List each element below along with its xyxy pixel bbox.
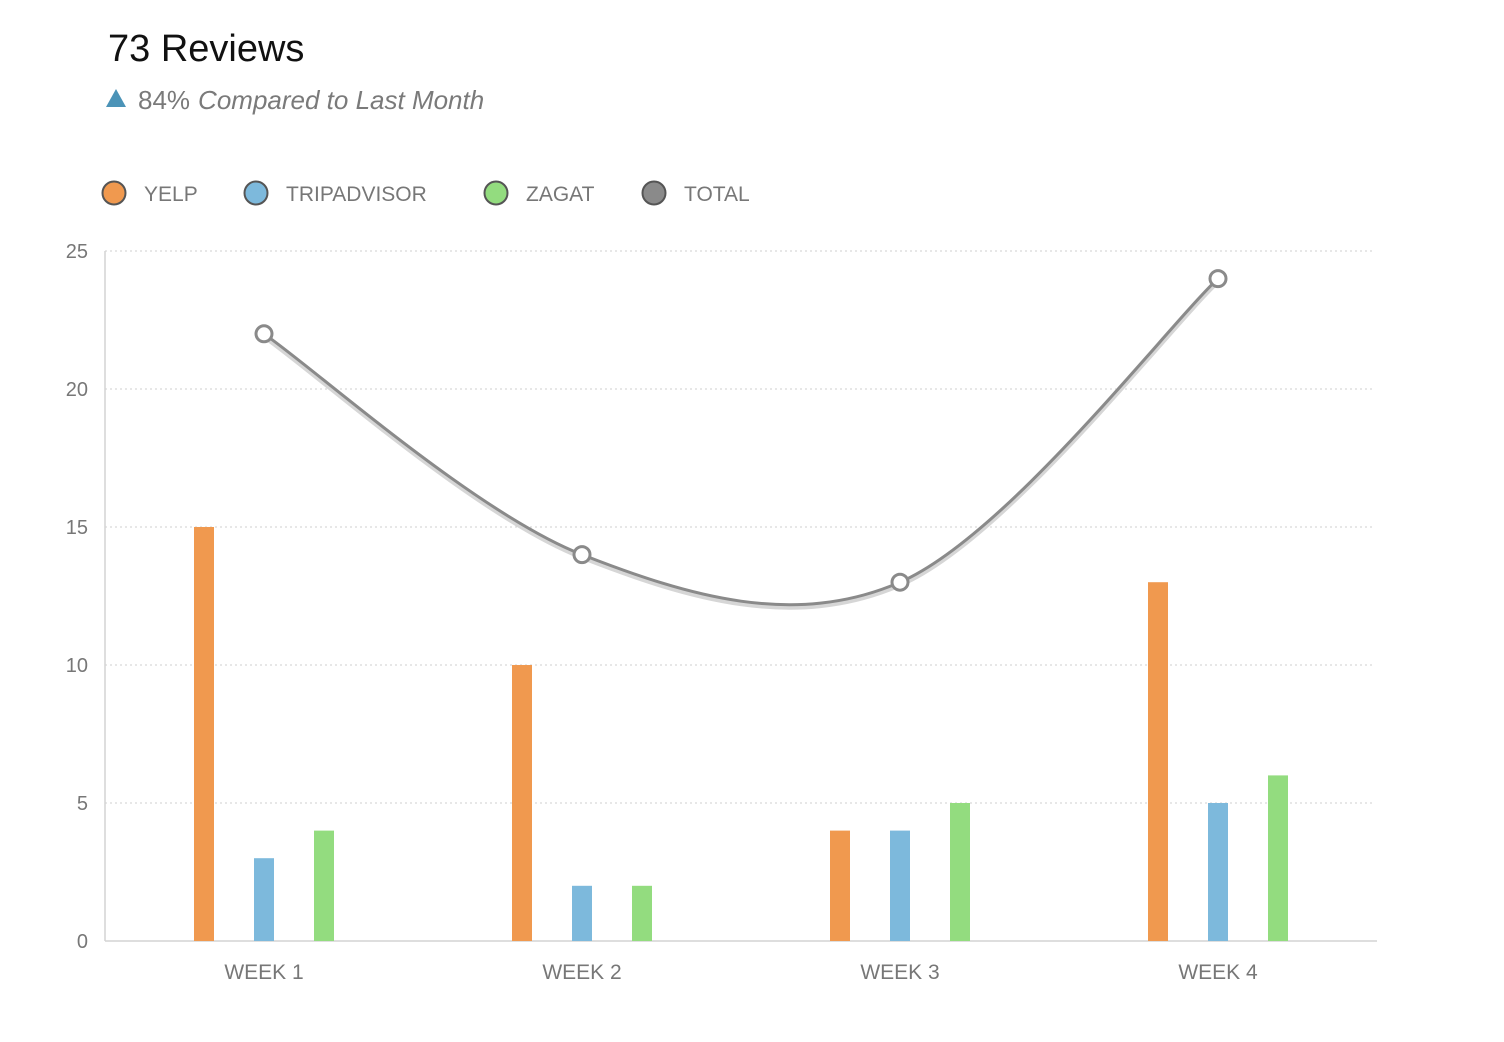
bar-zagat-1[interactable]: [314, 830, 334, 941]
bar-series: [194, 527, 1288, 941]
x-tick-label: WEEK 2: [542, 961, 621, 984]
total-line-series: [254, 269, 1228, 610]
y-tick-label: 0: [77, 931, 88, 953]
y-tick-label: 10: [66, 655, 88, 677]
bar-yelp-1[interactable]: [194, 527, 214, 941]
total-point-2[interactable]: [572, 545, 592, 565]
legend-label-zagat[interactable]: ZAGAT: [526, 183, 595, 206]
x-tick-label: WEEK 1: [224, 961, 303, 984]
legend-marker-zagat[interactable]: [483, 180, 509, 206]
legend-marker-tripadvisor[interactable]: [243, 180, 269, 206]
bar-tripadvisor-3[interactable]: [890, 830, 910, 941]
chart-legend: YELP TRIPADVISOR ZAGAT TOTAL: [101, 180, 750, 206]
legend-marker-yelp[interactable]: [101, 180, 127, 206]
legend-marker-total[interactable]: [641, 180, 667, 206]
bar-tripadvisor-1[interactable]: [254, 858, 274, 941]
y-tick-label: 15: [66, 517, 88, 539]
reviews-chart: 0 5 10 15 20 25 WEEK 1 WEEK 2 WEEK 3 WEEK 4 YELP…: [66, 180, 1377, 984]
bar-tripadvisor-4[interactable]: [1208, 803, 1228, 941]
bar-zagat-2[interactable]: [632, 885, 652, 941]
legend-label-tripadvisor[interactable]: TRIPADVISOR: [286, 183, 427, 206]
x-tick-label: WEEK 4: [1178, 961, 1258, 984]
legend-label-yelp[interactable]: YELP: [144, 183, 198, 206]
bar-tripadvisor-2[interactable]: [572, 885, 592, 941]
y-tick-label: 20: [66, 379, 88, 401]
total-point-4[interactable]: [1208, 269, 1228, 289]
bar-zagat-3[interactable]: [950, 803, 970, 941]
bar-zagat-4[interactable]: [1268, 775, 1288, 941]
legend-label-total[interactable]: TOTAL: [684, 183, 750, 206]
total-point-1[interactable]: [254, 324, 274, 344]
bar-yelp-3[interactable]: [830, 830, 850, 941]
bar-yelp-2[interactable]: [512, 665, 532, 941]
x-tick-label: WEEK 3: [860, 961, 939, 984]
y-tick-label: 25: [66, 241, 88, 263]
total-point-3[interactable]: [890, 572, 910, 592]
bar-yelp-4[interactable]: [1148, 582, 1168, 941]
y-tick-label: 5: [77, 793, 88, 815]
